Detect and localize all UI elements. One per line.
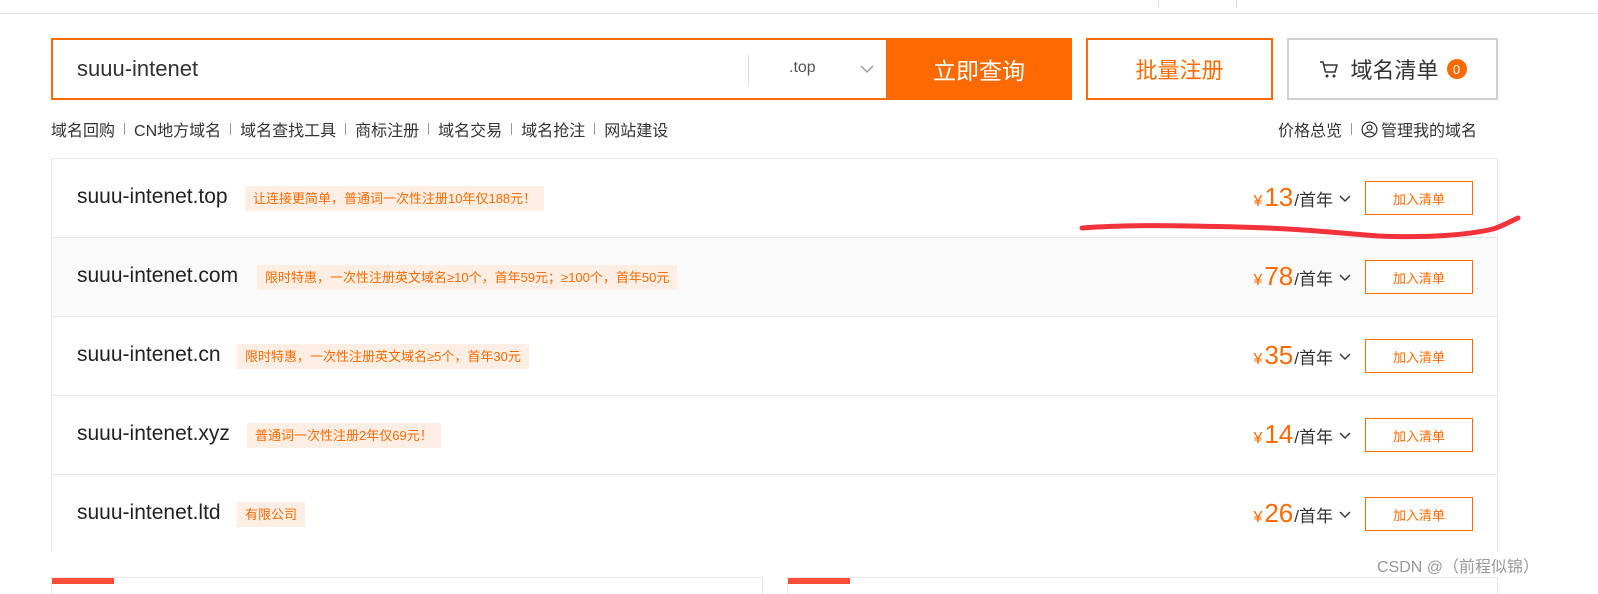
chevron-down-icon[interactable] [1338,349,1352,363]
chevron-down-icon[interactable] [1338,191,1352,205]
bottom-card [787,577,1498,594]
nav-domain-trade[interactable]: 域名交易 [438,117,502,141]
domain-name: suuu-intenet.top [77,185,228,208]
nav-domain-buyback[interactable]: 域名回购 [51,117,115,141]
watermark: CSDN @（前程似锦） [1377,559,1540,576]
card-tab [52,578,114,584]
chevron-down-icon [859,61,875,82]
price: ¥ 78 /首年 [1253,261,1352,293]
chevron-down-icon[interactable] [1338,270,1352,284]
separator [428,123,430,135]
price: ¥ 26 /首年 [1253,498,1352,530]
promo-tag: 让连接更简单，普通词一次性注册10年仅188元！ [245,186,545,211]
search-button[interactable]: 立即查询 [886,38,1072,100]
domain-name: suuu-intenet.xyz [77,422,230,445]
domain-row: suuu-intenet.ltd 有限公司 ¥ 26 /首年 加入清单 [52,475,1497,554]
shopping-cart-icon [1318,58,1340,80]
nav-website-build[interactable]: 网站建设 [604,117,668,141]
price-value: 35 [1264,340,1294,370]
domain-row: suuu-intenet.cn 限时特惠，一次性注册英文域名≥5个，首年30元 … [52,317,1497,396]
bottom-card [51,577,763,594]
separator [230,123,232,135]
sub-navigation-right: 价格总览 管理我的域名 [1278,118,1477,140]
add-to-cart-button[interactable]: 加入清单 [1365,497,1473,531]
domain-row: suuu-intenet.xyz 普通词一次性注册2年仅69元！ ¥ 14 /首… [52,396,1497,475]
add-to-cart-button[interactable]: 加入清单 [1365,418,1473,452]
top-divider [0,13,1598,14]
nav-domain-snap[interactable]: 域名抢注 [521,117,585,141]
cart-label: 域名清单 [1350,58,1439,83]
tld-value: .top [789,59,816,76]
tld-dropdown[interactable]: .top [749,40,887,98]
price-value: 26 [1264,498,1294,528]
cart-count-badge: 0 [1446,59,1467,79]
manage-domains-link[interactable]: 管理我的域名 [1381,117,1477,141]
chevron-down-icon[interactable] [1338,428,1352,442]
currency-symbol: ¥ [1253,351,1263,368]
nav-cn-local-domain[interactable]: CN地方域名 [134,117,221,141]
top-separator [1158,0,1159,8]
separator [511,123,513,135]
separator [345,123,347,135]
nav-trademark[interactable]: 商标注册 [355,117,419,141]
add-to-cart-button[interactable]: 加入清单 [1365,339,1473,373]
search-input[interactable] [77,40,737,98]
red-underline-annotation [1079,215,1521,240]
promo-tag: 限时特惠，一次性注册英文域名≥10个，首年59元；≥100个，首年50元 [257,265,678,290]
top-separator [1236,0,1237,8]
domain-row: suuu-intenet.com 限时特惠，一次性注册英文域名≥10个，首年59… [52,238,1497,317]
separator [124,123,126,135]
domain-name: suuu-intenet.cn [77,343,221,366]
currency-symbol: ¥ [1253,272,1263,289]
price-unit: /首年 [1294,507,1333,526]
price-unit: /首年 [1294,270,1333,289]
add-to-cart-button[interactable]: 加入清单 [1365,260,1473,294]
search-box: .top [51,38,886,100]
domain-name: suuu-intenet.com [77,264,239,287]
separator [594,123,596,135]
promo-tag: 普通词一次性注册2年仅69元！ [247,423,441,448]
chevron-down-icon[interactable] [1338,507,1352,521]
batch-register-button[interactable]: 批量注册 [1086,38,1273,100]
price-unit: /首年 [1294,349,1333,368]
user-circle-icon [1361,121,1378,138]
separator [1351,123,1353,135]
price-unit: /首年 [1294,428,1333,447]
promo-tag: 有限公司 [237,502,306,527]
price: ¥ 35 /首年 [1253,340,1352,372]
price-value: 14 [1264,419,1294,449]
promo-tag: 限时特惠，一次性注册英文域名≥5个，首年30元 [237,344,529,369]
domain-name: suuu-intenet.ltd [77,501,221,524]
sub-navigation: 域名回购 CN地方域名 域名查找工具 商标注册 域名交易 域名抢注 网站建设 [51,118,668,140]
card-tab [788,578,850,584]
price-overview-link[interactable]: 价格总览 [1278,117,1342,141]
currency-symbol: ¥ [1253,430,1263,447]
price-value: 78 [1264,261,1294,291]
currency-symbol: ¥ [1253,509,1263,526]
domain-cart-button[interactable]: 域名清单 0 [1287,38,1498,100]
price: ¥ 14 /首年 [1253,419,1352,451]
nav-domain-finder[interactable]: 域名查找工具 [240,117,336,141]
